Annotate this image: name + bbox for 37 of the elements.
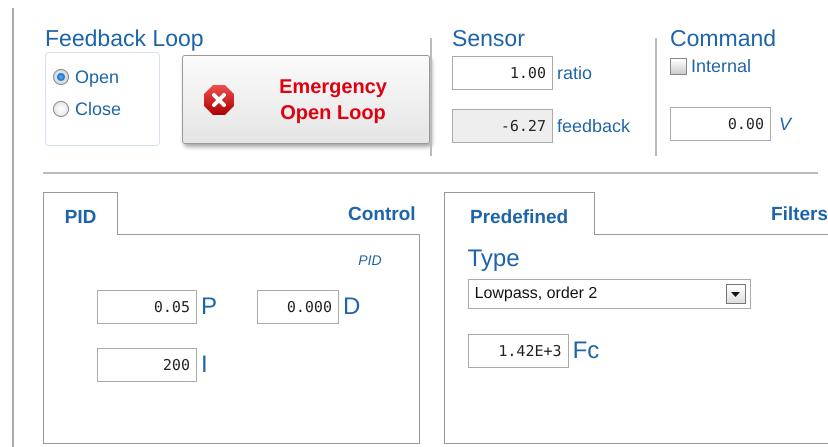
checkbox-label: Internal xyxy=(691,56,752,76)
tab[interactable]: PID xyxy=(43,192,118,235)
radio-button[interactable] xyxy=(53,101,69,117)
input-field[interactable]: 1.42E+3 xyxy=(468,334,569,368)
radio-label: Close xyxy=(75,99,122,119)
input-field[interactable]: 0.000 xyxy=(257,290,339,324)
field-label: ratio xyxy=(557,62,592,84)
param-label: Fc xyxy=(572,339,600,363)
input-field[interactable]: 200 xyxy=(97,348,197,382)
dropdown[interactable]: Lowpass, order 2 xyxy=(468,279,751,309)
stop-icon xyxy=(203,84,235,116)
readout-field: -6.27 xyxy=(452,109,553,143)
input-field[interactable]: 0.00 xyxy=(670,107,771,141)
radio-button[interactable] xyxy=(53,69,69,85)
panel-note: PID xyxy=(357,251,383,270)
section-title: Feedback Loop xyxy=(45,24,205,52)
input-field[interactable]: 0.05 xyxy=(97,290,197,324)
param-label: D xyxy=(343,295,360,319)
radio-label: Open xyxy=(75,67,120,87)
panel-title: Control xyxy=(348,202,416,226)
checkbox[interactable] xyxy=(670,58,687,74)
radio-option[interactable]: Open xyxy=(53,67,159,87)
caret-icon xyxy=(731,292,740,296)
emergency-button[interactable]: Emergency Open Loop xyxy=(182,55,430,144)
param-label: I xyxy=(201,353,208,377)
unit-label: V xyxy=(779,112,792,136)
param-label: P xyxy=(201,295,218,319)
section-title: Command xyxy=(670,24,778,52)
tab[interactable]: Predefined xyxy=(444,192,595,235)
field-label: Type xyxy=(468,245,521,273)
section-title: Sensor xyxy=(452,24,526,52)
radio-option[interactable]: Close xyxy=(53,99,159,119)
checkbox-option[interactable]: Internal xyxy=(670,56,792,76)
dropdown-button[interactable] xyxy=(726,284,746,304)
field-label: feedback xyxy=(557,114,630,138)
panel-title: Filters xyxy=(770,202,828,226)
input-field[interactable]: 1.00 xyxy=(452,56,553,90)
